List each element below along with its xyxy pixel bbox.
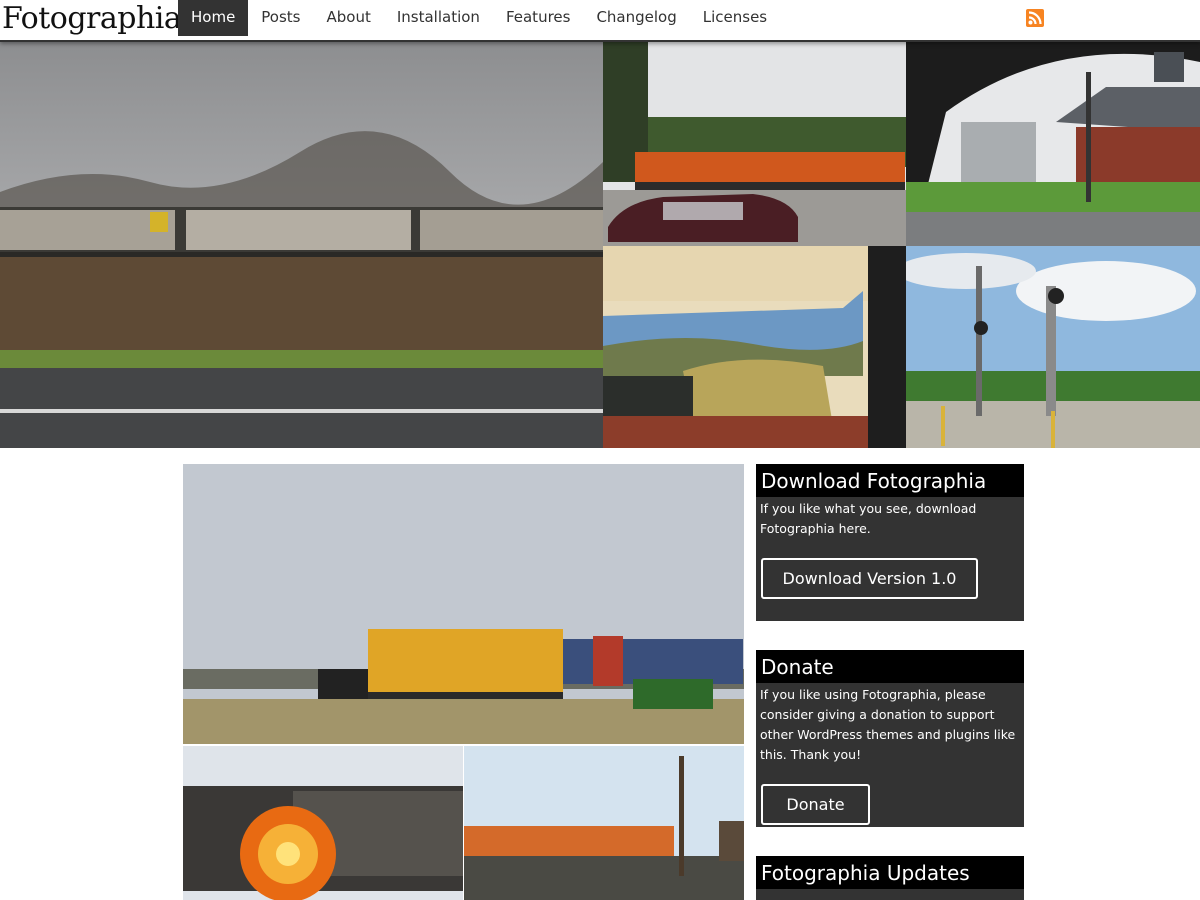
photo-bnsf-crossing[interactable] bbox=[603, 42, 906, 246]
download-version-button[interactable]: Download Version 1.0 bbox=[761, 558, 978, 599]
photo-crossing-light[interactable] bbox=[183, 746, 463, 900]
site-header: Fotographia Home Posts About Installatio… bbox=[0, 0, 1200, 42]
nav-item-about[interactable]: About bbox=[314, 0, 384, 36]
donate-button[interactable]: Donate bbox=[761, 784, 870, 825]
nav-item-installation[interactable]: Installation bbox=[384, 0, 493, 36]
main-nav: Home Posts About Installation Features C… bbox=[178, 0, 780, 36]
widget-updates: Fotographia Updates bbox=[756, 856, 1024, 900]
post-photo-grid bbox=[183, 464, 744, 900]
site-title[interactable]: Fotographia bbox=[2, 1, 182, 37]
hero-photo-grid bbox=[0, 42, 1200, 448]
photo-crossing-signals[interactable] bbox=[906, 246, 1200, 448]
widget-updates-title: Fotographia Updates bbox=[756, 856, 1024, 889]
nav-item-licenses[interactable]: Licenses bbox=[690, 0, 780, 36]
photo-model-railroad[interactable] bbox=[603, 246, 906, 448]
widget-download: Download Fotographia If you like what yo… bbox=[756, 464, 1024, 621]
photo-train-depot[interactable] bbox=[906, 42, 1200, 246]
nav-item-changelog[interactable]: Changelog bbox=[583, 0, 689, 36]
widget-donate-title: Donate bbox=[756, 650, 1024, 683]
widget-download-text: If you like what you see, download Fotog… bbox=[760, 501, 977, 536]
nav-item-posts[interactable]: Posts bbox=[248, 0, 313, 36]
photo-union-pacific-locomotive[interactable] bbox=[183, 464, 744, 744]
nav-item-features[interactable]: Features bbox=[493, 0, 584, 36]
photo-bnsf-locomotive[interactable] bbox=[464, 746, 744, 900]
rss-icon[interactable] bbox=[1026, 9, 1044, 27]
widget-download-title: Download Fotographia bbox=[756, 464, 1024, 497]
photo-coal-train-motion[interactable] bbox=[0, 42, 603, 448]
widget-donate: Donate If you like using Fotographia, pl… bbox=[756, 650, 1024, 827]
widget-donate-text: If you like using Fotographia, please co… bbox=[760, 687, 1016, 762]
nav-item-home[interactable]: Home bbox=[178, 0, 249, 36]
